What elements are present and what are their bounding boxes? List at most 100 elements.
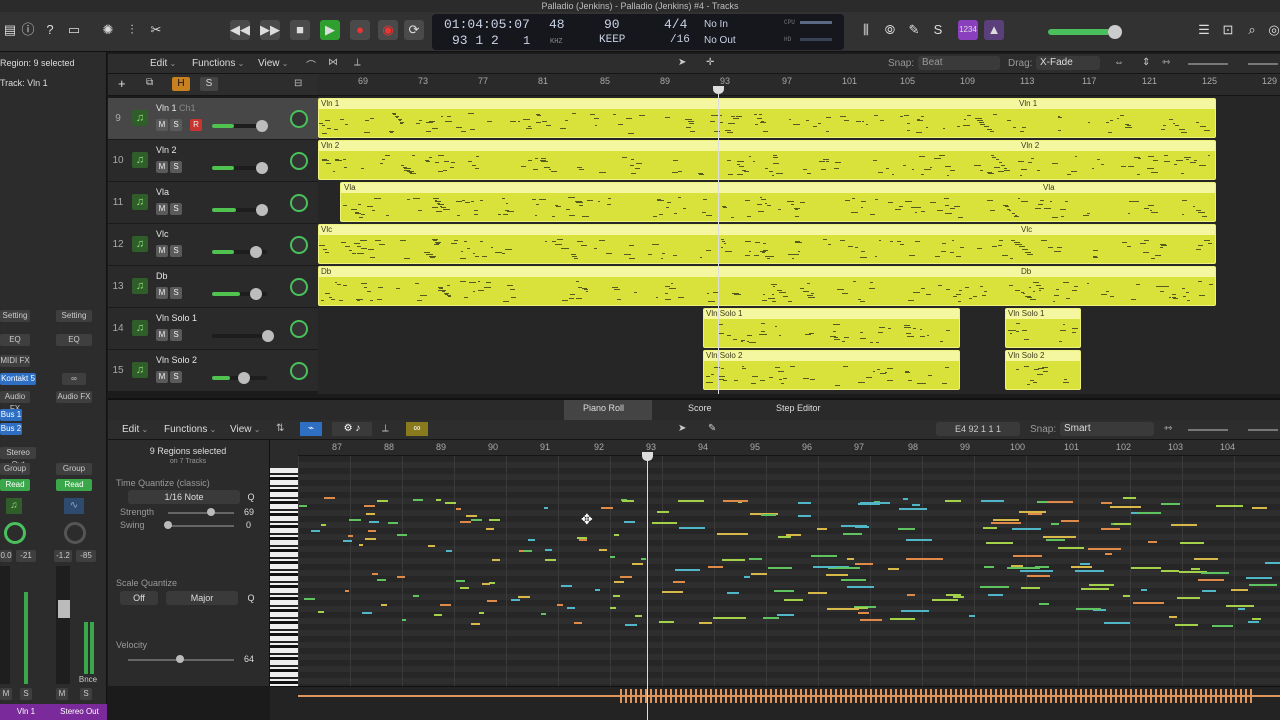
horizontal-zoom-slider[interactable] xyxy=(1248,63,1278,65)
piano-note[interactable] xyxy=(620,576,632,579)
swing-knob[interactable] xyxy=(164,521,172,529)
piano-note[interactable] xyxy=(368,529,377,532)
midi-region[interactable]: Vln Solo 1 xyxy=(1005,308,1081,348)
piano-note[interactable] xyxy=(842,533,863,536)
piano-note[interactable] xyxy=(1245,577,1272,580)
piano-note[interactable] xyxy=(465,514,478,517)
stop-button[interactable]: ■ xyxy=(290,20,310,40)
piano-note[interactable] xyxy=(433,614,443,617)
piano-note[interactable] xyxy=(1122,497,1137,500)
piano-note[interactable] xyxy=(1251,506,1268,509)
piano-note[interactable] xyxy=(1026,574,1051,577)
strip-name-2[interactable]: Stereo Out xyxy=(52,704,107,720)
solo-button[interactable]: S xyxy=(170,329,182,341)
piano-note[interactable] xyxy=(369,520,380,523)
mute-button[interactable]: M xyxy=(156,287,168,299)
piano-note[interactable] xyxy=(678,527,705,530)
piano-note[interactable] xyxy=(847,557,855,560)
piano-note[interactable] xyxy=(1035,565,1050,568)
piano-note[interactable] xyxy=(1101,528,1120,531)
piano-note[interactable] xyxy=(813,565,837,568)
piano-note[interactable] xyxy=(784,598,803,601)
automation-read-2[interactable]: Read xyxy=(56,479,92,491)
piano-note[interactable] xyxy=(674,568,700,571)
midi-region[interactable]: Vln 2 Vln 2 xyxy=(318,140,1216,180)
toolbar-icon[interactable]: ▭ xyxy=(64,20,84,40)
list-editor-icon[interactable]: ⫼ xyxy=(856,20,876,40)
piano-note[interactable] xyxy=(510,598,521,601)
piano-note[interactable] xyxy=(456,579,465,582)
piano-note[interactable] xyxy=(921,557,943,560)
piano-note[interactable] xyxy=(1051,522,1060,525)
midi-region[interactable]: Vln 1 Vln 1 xyxy=(318,98,1216,138)
piano-note[interactable] xyxy=(543,507,548,510)
piano-note[interactable] xyxy=(1201,589,1217,592)
volume-fader[interactable] xyxy=(212,372,267,384)
catch-icon[interactable]: ⟂ xyxy=(354,57,361,68)
piano-note[interactable] xyxy=(298,505,308,508)
piano-note[interactable] xyxy=(1081,588,1109,591)
piano-note[interactable] xyxy=(625,623,637,626)
piano-note[interactable] xyxy=(1045,538,1066,541)
piano-note[interactable] xyxy=(826,608,859,611)
piano-note[interactable] xyxy=(1176,596,1200,599)
setting-button-2[interactable]: Setting xyxy=(56,310,92,322)
piano-note[interactable] xyxy=(412,594,420,597)
tab-score[interactable]: Score xyxy=(688,403,712,417)
pencil-icon[interactable]: ✎ xyxy=(904,20,924,40)
pan-knob[interactable] xyxy=(290,194,308,212)
pan-knob-2[interactable] xyxy=(64,522,86,544)
piano-note[interactable] xyxy=(1179,541,1205,544)
piano-note[interactable] xyxy=(1123,595,1130,598)
volume-fader[interactable] xyxy=(212,204,268,216)
piano-ruler[interactable]: 87 88 89 90 91 92 93 94 95 96 97 98 99 1… xyxy=(298,440,1280,456)
piano-note[interactable] xyxy=(344,589,350,592)
piano-note[interactable] xyxy=(613,595,621,598)
strip-name-1[interactable]: Vln 1 xyxy=(0,704,52,720)
piano-note[interactable] xyxy=(323,496,335,499)
piano-note[interactable] xyxy=(1042,535,1077,538)
piano-note[interactable] xyxy=(487,600,497,603)
eq-button-1[interactable]: EQ xyxy=(0,334,30,346)
setting-button-1[interactable]: Setting xyxy=(0,310,30,322)
midi-out-button[interactable]: ⚙ ♪ xyxy=(332,422,372,436)
drag-select[interactable]: X-Fade xyxy=(1036,56,1100,70)
piano-note[interactable] xyxy=(854,563,874,566)
piano-note[interactable] xyxy=(761,514,777,517)
piano-note[interactable] xyxy=(707,565,724,568)
track-row[interactable]: 15 ♫ Vln Solo 2 M S xyxy=(108,350,318,392)
link-icon[interactable]: ∞ xyxy=(62,373,86,385)
piano-note[interactable] xyxy=(566,606,576,609)
pan-knob[interactable] xyxy=(290,320,308,338)
piano-note[interactable] xyxy=(1171,524,1197,527)
piano-note[interactable] xyxy=(985,542,1013,544)
swing-slider[interactable] xyxy=(168,525,234,527)
track-name[interactable]: Vlc xyxy=(156,229,169,239)
piano-note[interactable] xyxy=(750,573,767,576)
library-icon[interactable]: ▤ xyxy=(0,20,20,40)
midi-region[interactable]: Vlc Vlc xyxy=(318,224,1216,264)
piano-note[interactable] xyxy=(518,549,524,552)
piano-note[interactable] xyxy=(980,500,1005,502)
piano-note[interactable] xyxy=(377,499,388,502)
piano-note[interactable] xyxy=(1169,615,1178,618)
piano-note[interactable] xyxy=(983,565,995,568)
piano-note[interactable] xyxy=(364,505,376,508)
piano-note[interactable] xyxy=(595,588,601,591)
quantize-select[interactable]: 1/16 Note xyxy=(128,490,240,504)
pan-knob[interactable] xyxy=(290,236,308,254)
piano-note[interactable] xyxy=(969,614,976,617)
piano-note[interactable] xyxy=(722,559,745,562)
solo-button[interactable]: S xyxy=(170,203,182,215)
piano-note[interactable] xyxy=(900,610,930,613)
piano-note[interactable] xyxy=(609,556,615,559)
piano-note[interactable] xyxy=(797,501,812,504)
piano-note[interactable] xyxy=(471,622,480,625)
mute-button[interactable]: M xyxy=(156,161,168,173)
piano-note[interactable] xyxy=(659,621,674,624)
piano-note[interactable] xyxy=(544,549,553,552)
add-track-button[interactable]: + xyxy=(118,77,132,91)
pan-knob[interactable] xyxy=(290,278,308,296)
piano-keyboard[interactable] xyxy=(270,468,298,686)
scale-quantize-button[interactable]: Q xyxy=(244,591,258,605)
